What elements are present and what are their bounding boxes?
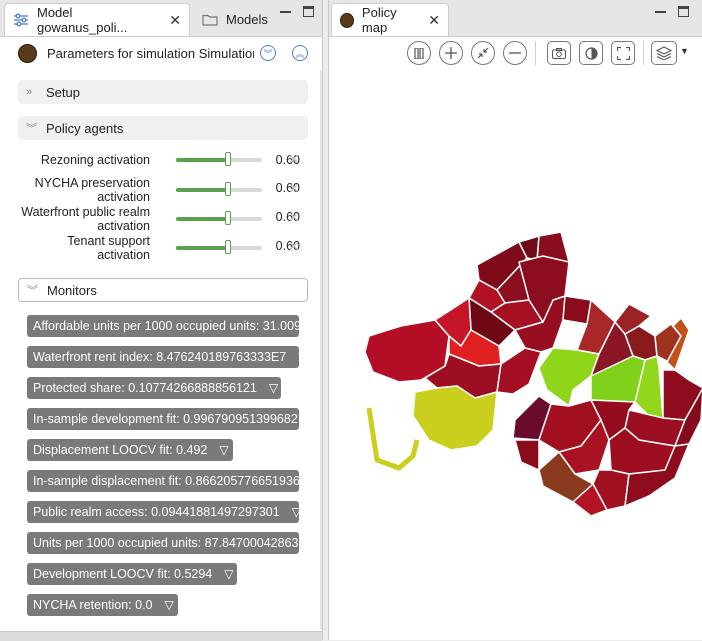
monitor-displacement-loocv[interactable]: Displacement LOOCV fit: 0.492 ▽ [27,439,233,461]
left-tab-bar: Model gowanus_poli... ✕ Models [0,0,322,37]
reset-icon[interactable]: ✕ [288,180,300,197]
monitor-displacement-fit[interactable]: In-sample displacement fit: 0.8662057766… [27,470,299,492]
monitor-text: In-sample displacement fit: 0.8662057766… [33,474,299,488]
tab-model[interactable]: Model gowanus_poli... ✕ [4,3,190,36]
chevron-down-icon: ︾ [26,123,37,135]
monitor-text: Units per 1000 occupied units: 87.847000… [33,536,299,550]
close-icon[interactable]: ✕ [169,12,181,29]
map-panel: Policy map ✕ ▼ [328,0,702,640]
monitor-nycha-retention[interactable]: NYCHA retention: 0.0 ▽ [27,594,178,616]
section-monitors[interactable]: ︾ Monitors [18,278,308,302]
section-policy-agents[interactable]: ︾ Policy agents [18,116,308,140]
monitor-protected-share[interactable]: Protected share: 0.10774266888856121 ▽ [27,377,281,399]
agent-color-dot [18,43,37,63]
section-setup-label: Setup [46,84,80,100]
nycha-preservation-slider[interactable] [176,182,262,196]
section-setup[interactable]: » Setup [18,80,308,104]
reset-icon[interactable]: ✕ [288,209,300,226]
monitor-text: Displacement LOOCV fit: 0.492 [33,443,208,457]
slider-label: Waterfront public realm activation [21,205,150,233]
dropdown-triangle-icon[interactable]: ▽ [298,350,299,364]
reset-icon[interactable]: ✕ [288,238,300,255]
monitor-affordable-units[interactable]: Affordable units per 1000 occupied units… [27,315,299,337]
collapse-all-button[interactable]: ︽ [292,45,308,61]
left-window-buttons [280,6,314,17]
slider-row-tenant: Tenant support activation 0.60 ✕ [18,234,308,262]
slider-knob[interactable] [224,182,231,196]
parameters-header: Parameters for simulation Simulation ︾ ︽ [18,40,308,66]
slider-fill [176,246,228,250]
slider-row-waterfront: Waterfront public realm activation 0.60 … [18,205,308,233]
slider-label: Rezoning activation [40,153,150,167]
map-canal-edge [366,407,420,471]
slider-fill [176,158,228,162]
dropdown-triangle-icon[interactable]: ▽ [219,443,228,457]
slider-label: NYCHA preservation activation [34,176,150,204]
dropdown-triangle-icon[interactable]: ▽ [269,381,278,395]
section-monitors-label: Monitors [47,282,97,298]
parameters-panel: Model gowanus_poli... ✕ Models Parameter… [0,0,323,641]
monitor-development-fit[interactable]: In-sample development fit: 0.99679095139… [27,408,299,430]
reset-icon[interactable]: ✕ [288,151,300,168]
policy-map-canvas[interactable] [329,0,702,640]
chevron-down-icon: ︾ [27,285,38,297]
map-parcel [412,385,498,451]
rezoning-slider[interactable] [176,152,262,166]
monitor-waterfront-rent[interactable]: Waterfront rent index: 8.476240189763333… [27,346,299,368]
maximize-button[interactable] [303,6,314,17]
tab-models-label: Models [226,12,268,27]
monitor-text: In-sample development fit: 0.99679095139… [33,412,298,426]
slider-knob[interactable] [224,240,231,254]
dropdown-triangle-icon[interactable]: ▽ [292,505,299,519]
tenant-support-slider[interactable] [176,240,262,254]
monitor-text: Public realm access: 0.09441881497297301 [33,505,280,519]
map-parcel [538,347,600,407]
dropdown-triangle-icon[interactable]: ▽ [224,567,233,581]
slider-fill [176,188,228,192]
monitor-text: Protected share: 0.10774266888856121 [33,381,257,395]
monitor-text: Affordable units per 1000 occupied units… [33,319,299,333]
chevron-right-icon: » [26,86,33,98]
slider-row-nycha: NYCHA preservation activation 0.60 ✕ [18,176,308,204]
tab-model-label: Model gowanus_poli... [37,5,128,35]
monitor-text: Development LOOCV fit: 0.5294 [33,567,213,581]
parameters-title: Parameters for simulation Simulation [47,45,254,61]
slider-fill [176,217,228,221]
monitor-public-realm[interactable]: Public realm access: 0.09441881497297301… [27,501,299,523]
map-parcel [562,295,592,325]
section-policy-agents-label: Policy agents [46,120,124,136]
slider-label: Tenant support activation [67,234,150,262]
expand-all-button[interactable]: ︾ [260,45,276,61]
map-parcel [514,439,540,471]
sliders-icon [13,13,29,27]
dropdown-triangle-icon[interactable]: ▽ [165,598,174,612]
monitor-text: Waterfront rent index: 8.476240189763333… [33,350,287,364]
monitor-text: NYCHA retention: 0.0 [33,598,153,612]
scrollbar[interactable] [320,70,322,630]
map-parcel [496,347,542,395]
folder-icon [202,13,218,26]
monitor-development-loocv[interactable]: Development LOOCV fit: 0.5294 ▽ [27,563,237,585]
slider-knob[interactable] [224,211,231,225]
minimize-button[interactable] [280,6,291,13]
tab-models[interactable]: Models [194,3,270,36]
slider-row-rezoning: Rezoning activation 0.60 ✕ [18,146,308,174]
slider-knob[interactable] [224,152,231,166]
waterfront-slider[interactable] [176,211,262,225]
monitor-units-per-1000[interactable]: Units per 1000 occupied units: 87.847000… [27,532,299,554]
